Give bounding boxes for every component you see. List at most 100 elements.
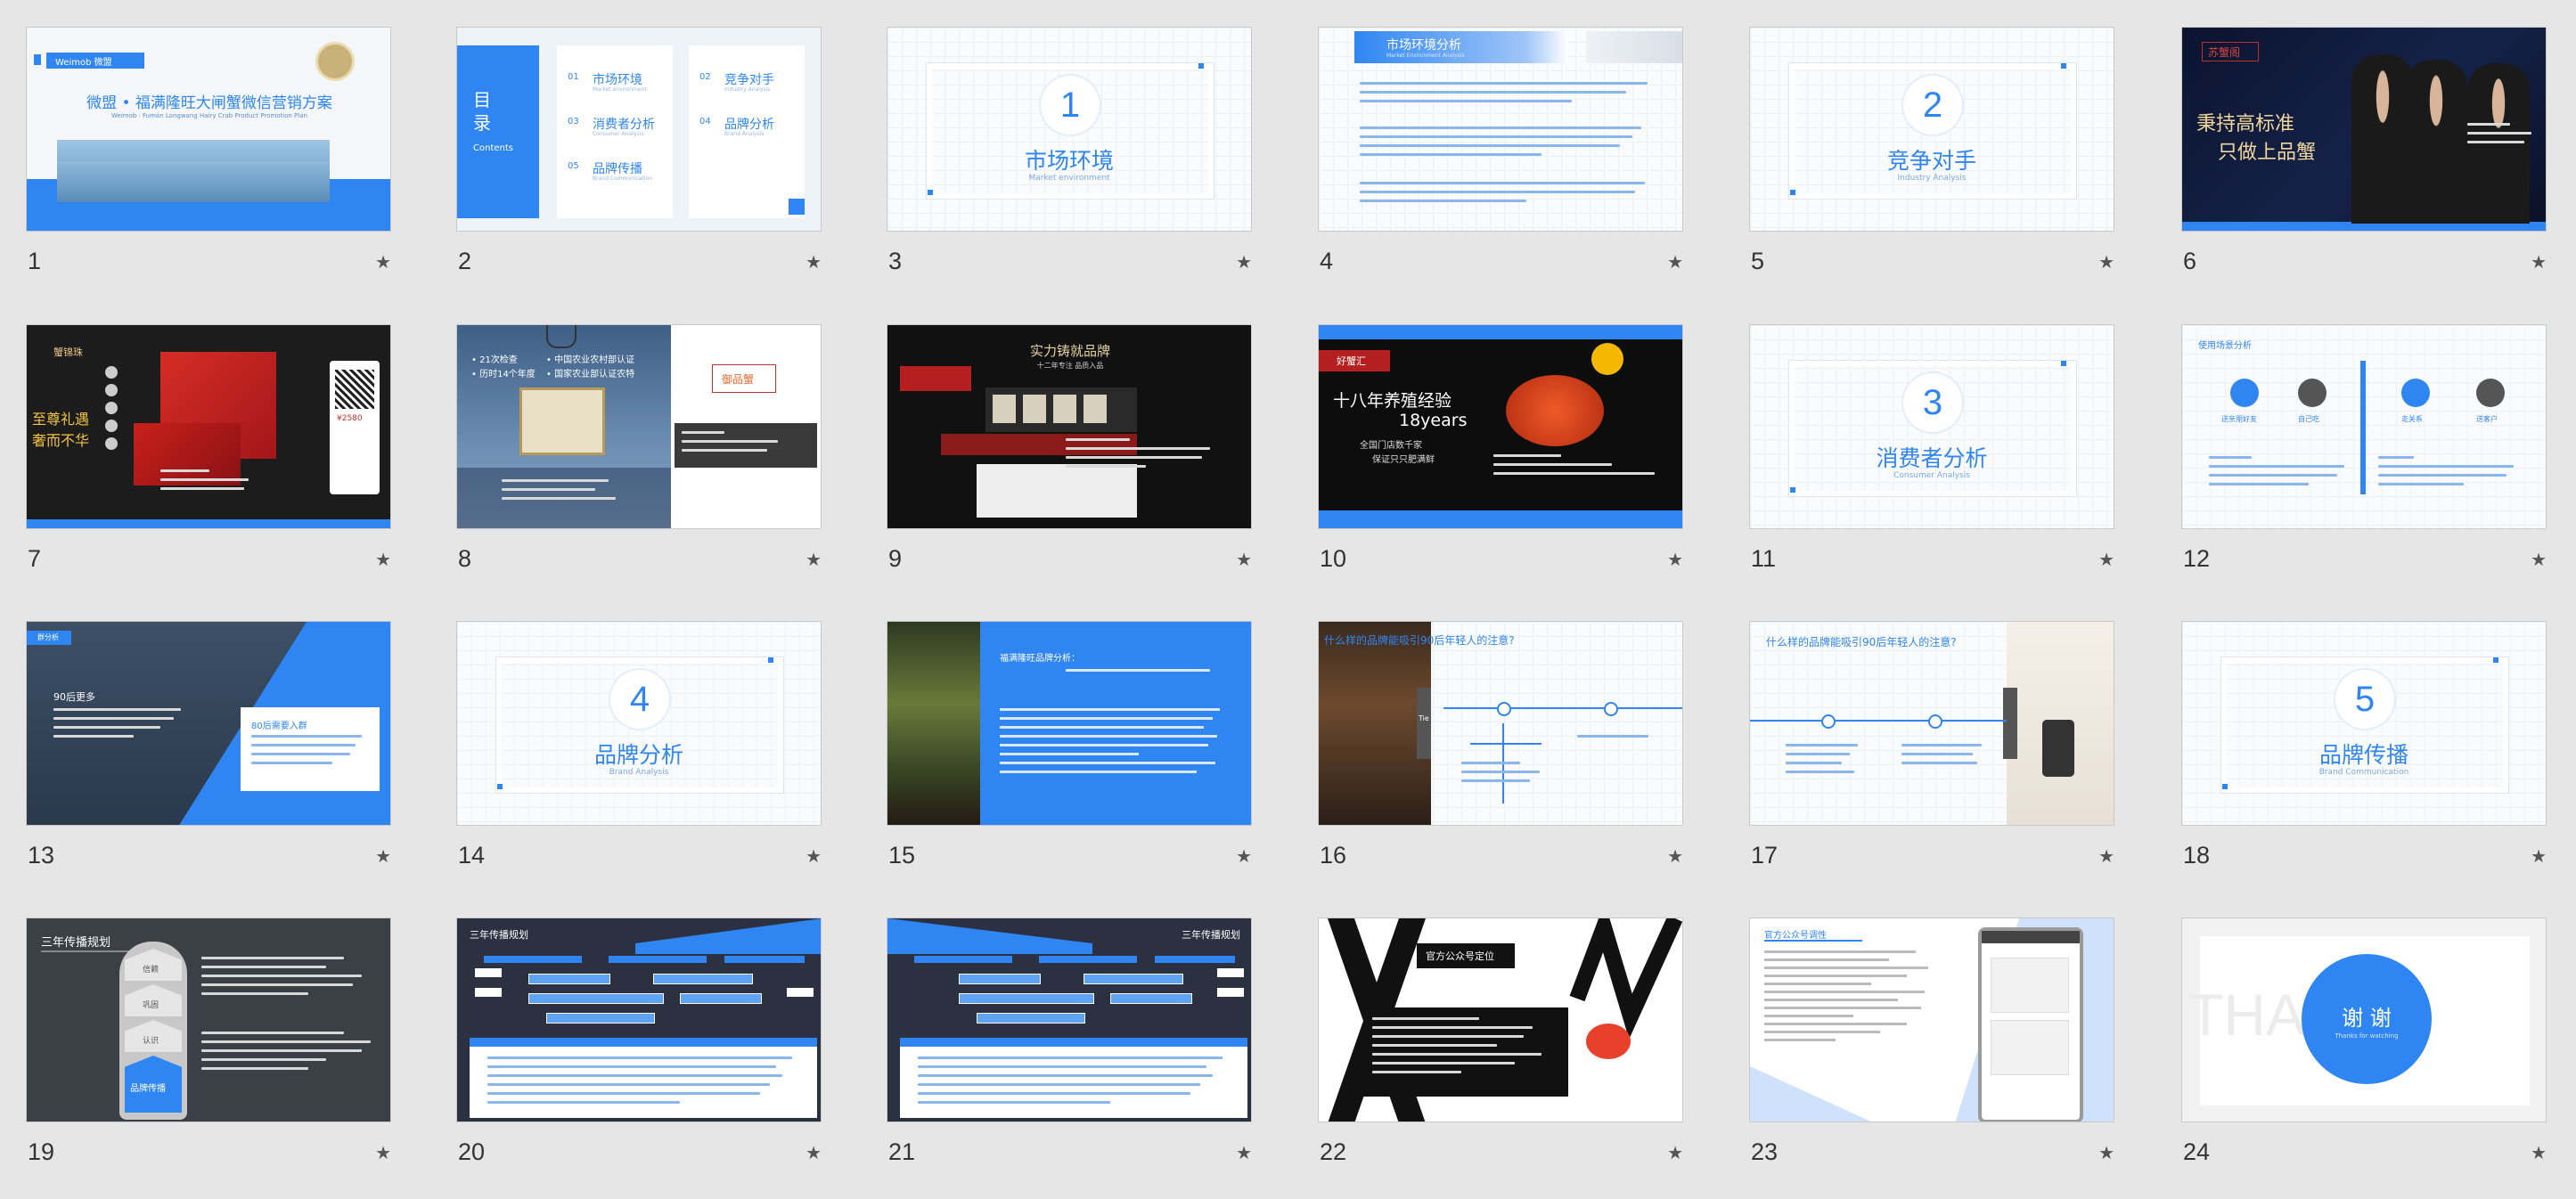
slide-preview[interactable]: 使用场景分析 送亲朋好友 自己吃 走关系 送客户 (2181, 324, 2547, 529)
slide-preview[interactable]: • 21次检查 • 历时14个年度 • 中国农业农村部认证 • 国家农业部认证农… (456, 324, 822, 529)
star-icon[interactable]: ★ (2098, 251, 2114, 273)
slide-thumbnail[interactable]: 市场环境分析 Market Environment Analysis 4 ★ (1318, 27, 1685, 290)
slide-preview[interactable]: 蟹锦珠 至尊礼遇 奢而不华 ¥2580 (26, 324, 391, 529)
slide-preview[interactable]: 什么样的品牌能吸引90后年轻人的注意? (1749, 621, 2114, 826)
slide-preview[interactable]: 三年传播规划 (887, 918, 1252, 1122)
star-icon[interactable]: ★ (1236, 549, 1252, 570)
slide-preview[interactable]: 3 消费者分析 Consumer Analysis (1749, 324, 2114, 529)
star-icon[interactable]: ★ (806, 549, 822, 570)
star-icon[interactable]: ★ (1667, 845, 1683, 867)
slide-thumbnail[interactable]: 三年传播规划 21 ★ (887, 918, 1254, 1180)
slide-number: 19 (28, 1138, 55, 1165)
slide-preview[interactable]: 苏蟹阁 秉持高标准 只做上品蟹 (2181, 27, 2547, 232)
slide-number: 14 (458, 842, 486, 869)
star-icon[interactable]: ★ (1667, 549, 1683, 570)
slide-thumbnail[interactable]: 好蟹汇 十八年养殖经验 18years 全国门店数千家 保证只只肥满鲜 10 ★ (1318, 324, 1685, 587)
slide-number: 3 (888, 248, 903, 274)
slide-thumbnail[interactable]: 4 品牌分析 Brand Analysis 14 ★ (456, 621, 823, 884)
slide-preview[interactable]: 群分析 90后更多 80后需要入群 (26, 621, 391, 826)
slide-preview[interactable]: Weimob 微盟 微盟 • 福满隆旺大闸蟹微信营销方案 Weimob · Fu… (26, 27, 391, 232)
phone-photo (2007, 622, 2114, 825)
slide-number: 4 (1320, 248, 1334, 274)
slide-number: 18 (2183, 842, 2211, 869)
star-icon[interactable]: ★ (2531, 1142, 2547, 1163)
star-icon[interactable]: ★ (375, 251, 391, 273)
slide-thumbnail[interactable]: Tie 什么样的品牌能吸引90后年轻人的注意? 16 ★ (1318, 621, 1685, 884)
slide-thumbnail[interactable]: 实力铸就品牌 十二年专注 品质入品 9 ★ (887, 324, 1254, 587)
gift-icon (2230, 379, 2259, 407)
slide-thumbnail[interactable]: 使用场景分析 送亲朋好友 自己吃 走关系 送客户 12 ★ (2181, 324, 2548, 587)
slide-number: 9 (888, 545, 903, 572)
slide-number: 7 (28, 545, 42, 572)
slide-preview[interactable]: 实力铸就品牌 十二年专注 品质入品 (887, 324, 1252, 529)
slide-thumbnail[interactable]: 三年传播规划 信赖 巩固 认识 品牌传播 19 ★ (26, 918, 393, 1180)
slide-thumbnail[interactable]: 苏蟹阁 秉持高标准 只做上品蟹 6 ★ (2181, 27, 2548, 290)
crab-mascot-icon (1586, 1024, 1631, 1059)
star-icon[interactable]: ★ (2531, 251, 2547, 273)
star-icon[interactable]: ★ (1667, 1142, 1683, 1163)
slide-thumbnail[interactable]: 1 市场环境 Market environment 3 ★ (887, 27, 1254, 290)
star-icon[interactable]: ★ (1236, 845, 1252, 867)
phone-mockup (1978, 927, 2083, 1122)
slide-preview[interactable]: 市场环境分析 Market Environment Analysis (1318, 27, 1683, 232)
qr-code-icon (335, 370, 374, 409)
slide-preview[interactable]: 1 市场环境 Market environment (887, 27, 1252, 232)
slide-preview[interactable]: 2 竞争对手 Industry Analysis (1749, 27, 2114, 232)
slide-number: 6 (2183, 248, 2197, 274)
emblem-icon (546, 325, 577, 348)
slide-number: 11 (1751, 545, 1777, 572)
slide-preview[interactable]: 目录 Contents 01 市场环境 Market environment 0… (456, 27, 822, 232)
star-icon[interactable]: ★ (2531, 845, 2547, 867)
plant-image (887, 622, 980, 825)
slide-number: 24 (2183, 1138, 2211, 1165)
star-icon[interactable]: ★ (375, 845, 391, 867)
star-icon[interactable]: ★ (2531, 549, 2547, 570)
slide-number: 23 (1751, 1138, 1779, 1165)
weimob-logo-badge: Weimob 微盟 (46, 53, 144, 69)
slide-thumbnail[interactable]: 5 品牌传播 Brand Communication 18 ★ (2181, 621, 2548, 884)
slide-thumbnail[interactable]: Weimob 微盟 微盟 • 福满隆旺大闸蟹微信营销方案 Weimob · Fu… (26, 27, 393, 290)
slide-preview[interactable]: 官方公众号定位 (1318, 918, 1683, 1122)
slide-number: 22 (1320, 1138, 1347, 1165)
slide-preview[interactable]: 5 品牌传播 Brand Communication (2181, 621, 2547, 826)
seal-icon (315, 42, 355, 81)
slide-thumbnail[interactable]: THANK 谢 谢 Thanks for watching 24 ★ (2181, 918, 2548, 1180)
slide-thumbnail[interactable]: 官方公众号定位 22 ★ (1318, 918, 1685, 1180)
slide-number: 21 (888, 1138, 916, 1165)
star-icon[interactable]: ★ (2098, 845, 2114, 867)
star-icon[interactable]: ★ (806, 845, 822, 867)
slide-preview[interactable]: 三年传播规划 信赖 巩固 认识 品牌传播 (26, 918, 391, 1122)
slide-thumbnail[interactable]: 目录 Contents 01 市场环境 Market environment 0… (456, 27, 823, 290)
slide-thumbnail[interactable]: 2 竞争对手 Industry Analysis 5 ★ (1749, 27, 2116, 290)
slide-preview[interactable]: Tie 什么样的品牌能吸引90后年轻人的注意? (1318, 621, 1683, 826)
slide-preview[interactable]: 好蟹汇 十八年养殖经验 18years 全国门店数千家 保证只只肥满鲜 (1318, 324, 1683, 529)
slide-thumbnail[interactable]: 什么样的品牌能吸引90后年轻人的注意? 17 ★ (1749, 621, 2116, 884)
slide-number: 17 (1751, 842, 1779, 869)
bar-photo (1319, 622, 1431, 825)
slide-thumbnail[interactable]: 3 消费者分析 Consumer Analysis 11 ★ (1749, 324, 2116, 587)
slide-preview[interactable]: 官方公众号调性 (1749, 918, 2114, 1122)
star-icon[interactable]: ★ (2098, 1142, 2114, 1163)
brand-logo (900, 366, 971, 391)
star-icon[interactable]: ★ (1667, 251, 1683, 273)
slide-thumbnail[interactable]: 三年传播规划 20 ★ (456, 918, 823, 1180)
slide-preview[interactable]: 福满隆旺品牌分析： (887, 621, 1252, 826)
slide-thumbnail[interactable]: 官方公众号调性 23 ★ (1749, 918, 2116, 1180)
star-icon[interactable]: ★ (1236, 1142, 1252, 1163)
star-icon[interactable]: ★ (806, 251, 822, 273)
slide-preview[interactable]: THANK 谢 谢 Thanks for watching (2181, 918, 2547, 1122)
slide-thumbnail[interactable]: 群分析 90后更多 80后需要入群 13 ★ (26, 621, 393, 884)
star-icon[interactable]: ★ (1236, 251, 1252, 273)
slide-thumbnail[interactable]: 蟹锦珠 至尊礼遇 奢而不华 ¥2580 7 ★ (26, 324, 393, 587)
slide-thumbnail[interactable]: 福满隆旺品牌分析： 15 ★ (887, 621, 1254, 884)
star-icon[interactable]: ★ (2098, 549, 2114, 570)
slide-sorter-grid: Weimob 微盟 微盟 • 福满隆旺大闸蟹微信营销方案 Weimob · Fu… (0, 0, 2576, 1199)
slide-number: 16 (1320, 842, 1347, 869)
flower-icon (1591, 343, 1623, 375)
slide-preview[interactable]: 三年传播规划 (456, 918, 822, 1122)
slide-thumbnail[interactable]: • 21次检查 • 历时14个年度 • 中国农业农村部认证 • 国家农业部认证农… (456, 324, 823, 587)
star-icon[interactable]: ★ (375, 1142, 391, 1163)
slide-preview[interactable]: 4 品牌分析 Brand Analysis (456, 621, 822, 826)
star-icon[interactable]: ★ (806, 1142, 822, 1163)
star-icon[interactable]: ★ (375, 549, 391, 570)
